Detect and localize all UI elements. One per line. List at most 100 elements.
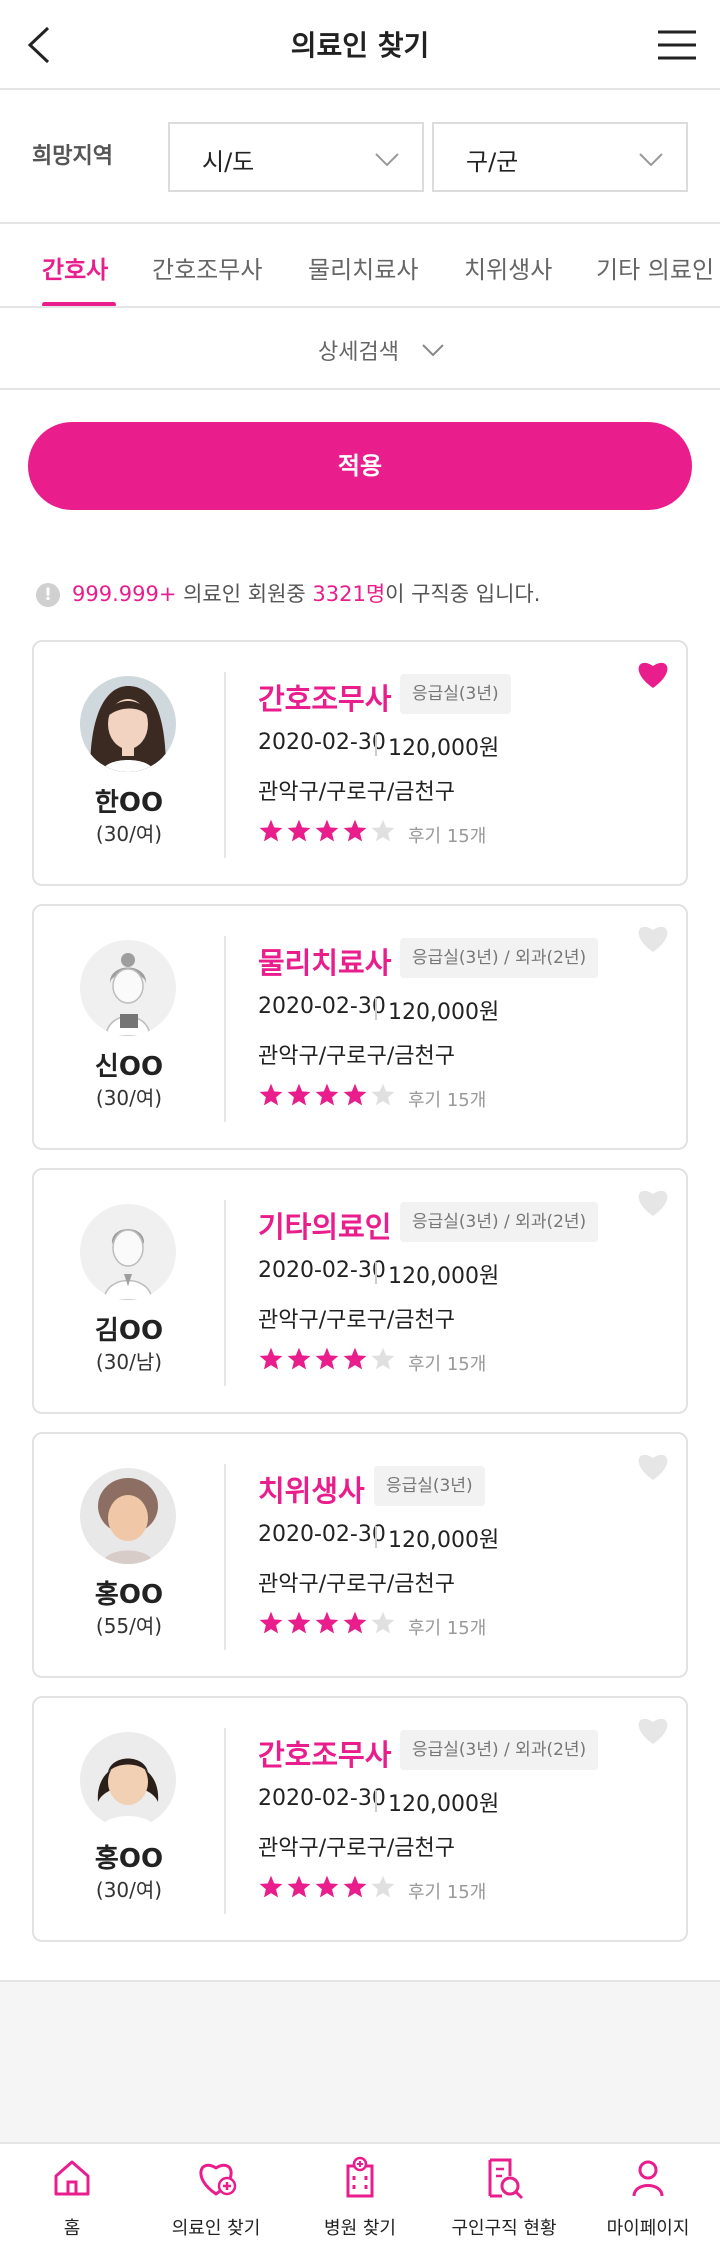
- nav-home-label: 홈: [63, 2218, 81, 2239]
- desired-salary: 120,000원: [388, 1528, 500, 1553]
- gugun-select[interactable]: 구/군: [432, 122, 688, 192]
- member-card[interactable]: 홍OO (30/여) 간호조무사 응급실(3년) / 외과(2년) 2020-0…: [32, 1696, 688, 1942]
- member-age-gender: (30/여): [95, 822, 163, 846]
- nav-job-status-label: 구인구직 현황: [451, 2218, 557, 2239]
- region-label: 희망지역: [32, 144, 113, 169]
- avatar: [80, 676, 176, 772]
- avatar: [80, 1204, 176, 1300]
- nav-home[interactable]: 홈: [0, 2144, 144, 2244]
- available-date: 2020-02-30: [258, 1258, 386, 1283]
- tab-other-medical[interactable]: 기타 의료인: [596, 250, 714, 285]
- app-header: 의료인 찾기: [0, 0, 720, 90]
- card-divider: [224, 1728, 226, 1914]
- review-count[interactable]: 후기 15개: [408, 822, 486, 848]
- star-empty-icon: [370, 1610, 396, 1636]
- tab-nurse[interactable]: 간호사: [42, 250, 108, 285]
- desired-area: 관악구/구로구/금천구: [258, 1308, 455, 1333]
- avatar: [80, 940, 176, 1036]
- hamburger-menu-icon[interactable]: [652, 20, 702, 70]
- member-age-gender: (30/여): [95, 1086, 163, 1110]
- review-count[interactable]: 후기 15개: [408, 1350, 486, 1376]
- star-filled-icon: [258, 1346, 284, 1372]
- star-filled-icon: [286, 1874, 312, 1900]
- field-separator: [375, 734, 377, 756]
- star-filled-icon: [258, 818, 284, 844]
- nav-find-hospital[interactable]: 병원 찾기: [288, 2144, 432, 2244]
- heart-plus-icon: [199, 2163, 237, 2196]
- member-age-gender: (30/여): [95, 1878, 163, 1902]
- info-text-tail: 이 구직중 입니다.: [385, 582, 541, 606]
- nav-my-page-label: 마이페이지: [606, 2218, 690, 2239]
- nav-find-medical[interactable]: 의료인 찾기: [144, 2144, 288, 2244]
- desired-salary: 120,000원: [388, 1264, 500, 1289]
- desired-salary: 120,000원: [388, 736, 500, 761]
- desired-area: 관악구/구로구/금천구: [258, 1836, 455, 1861]
- detail-search-toggle[interactable]: 상세검색: [0, 308, 720, 390]
- rating-stars: [258, 1346, 398, 1374]
- rating-stars: [258, 1874, 398, 1902]
- star-filled-icon: [286, 1082, 312, 1108]
- gugun-select-value: 구/군: [466, 148, 519, 176]
- available-date: 2020-02-30: [258, 1786, 386, 1811]
- star-filled-icon: [342, 818, 368, 844]
- heart-outline-icon[interactable]: [636, 1186, 670, 1218]
- active-tab-indicator: [42, 302, 116, 306]
- heart-outline-icon[interactable]: [636, 1450, 670, 1482]
- card-divider: [224, 936, 226, 1122]
- star-filled-icon: [286, 1610, 312, 1636]
- experience-tag: 응급실(3년) / 외과(2년): [400, 938, 599, 978]
- tab-nursing-assistant[interactable]: 간호조무사: [152, 250, 262, 285]
- member-age-gender: (30/남): [95, 1350, 163, 1374]
- member-name: 신OO: [94, 1052, 164, 1082]
- heart-filled-icon[interactable]: [636, 658, 670, 690]
- nav-find-hospital-label: 병원 찾기: [324, 2218, 396, 2239]
- desired-area: 관악구/구로구/금천구: [258, 1572, 455, 1597]
- chevron-down-icon: [422, 344, 444, 357]
- star-filled-icon: [286, 818, 312, 844]
- star-filled-icon: [258, 1610, 284, 1636]
- member-profession: 기타의료인: [258, 1210, 392, 1244]
- member-age-gender: (55/여): [95, 1614, 163, 1638]
- review-count[interactable]: 후기 15개: [408, 1614, 486, 1640]
- member-card[interactable]: 김OO (30/남) 기타의료인 응급실(3년) / 외과(2년) 2020-0…: [32, 1168, 688, 1414]
- member-card[interactable]: 홍OO (55/여) 치위생사 응급실(3년) 2020-02-30 120,0…: [32, 1432, 688, 1678]
- experience-tag: 응급실(3년): [400, 674, 511, 714]
- apply-button[interactable]: 적용: [28, 422, 692, 510]
- member-card[interactable]: 신OO (30/여) 물리치료사 응급실(3년) / 외과(2년) 2020-0…: [32, 904, 688, 1150]
- bottom-navigation: 홈 의료인 찾기 병원 찾기 구인구직 현황 마이페이지: [0, 2142, 720, 2244]
- desired-area: 관악구/구로구/금천구: [258, 780, 455, 805]
- member-card[interactable]: 한OO (30/여) 간호조무사 응급실(3년) 2020-02-30 120,…: [32, 640, 688, 886]
- list-footer-area: [0, 1980, 720, 2144]
- member-name: 김OO: [94, 1316, 164, 1346]
- profession-tabs: 간호사 간호조무사 물리치료사 치위생사 기타 의료인: [0, 224, 720, 308]
- star-empty-icon: [370, 1082, 396, 1108]
- nav-my-page[interactable]: 마이페이지: [576, 2144, 720, 2244]
- total-members: 999.999+: [72, 582, 177, 606]
- rating-stars: [258, 1082, 398, 1110]
- heart-outline-icon[interactable]: [636, 922, 670, 954]
- experience-tag: 응급실(3년): [374, 1466, 485, 1506]
- seeking-count: 3321명: [312, 582, 386, 606]
- avatar: [80, 1732, 176, 1828]
- nav-job-status[interactable]: 구인구직 현황: [432, 2144, 576, 2244]
- tab-physical-therapist[interactable]: 물리치료사: [308, 250, 418, 285]
- tab-dental-hygienist[interactable]: 치위생사: [464, 250, 552, 285]
- rating-stars: [258, 1610, 398, 1638]
- star-empty-icon: [370, 1874, 396, 1900]
- experience-tag: 응급실(3년) / 외과(2년): [400, 1202, 599, 1242]
- star-filled-icon: [314, 1082, 340, 1108]
- sido-select[interactable]: 시/도: [168, 122, 424, 192]
- star-filled-icon: [342, 1082, 368, 1108]
- desired-area: 관악구/구로구/금천구: [258, 1044, 455, 1069]
- available-date: 2020-02-30: [258, 1522, 386, 1547]
- card-divider: [224, 1464, 226, 1650]
- star-empty-icon: [370, 818, 396, 844]
- heart-outline-icon[interactable]: [636, 1714, 670, 1746]
- sido-select-value: 시/도: [202, 148, 255, 176]
- star-filled-icon: [342, 1874, 368, 1900]
- field-separator: [375, 1790, 377, 1812]
- review-count[interactable]: 후기 15개: [408, 1878, 486, 1904]
- review-count[interactable]: 후기 15개: [408, 1086, 486, 1112]
- star-empty-icon: [370, 1346, 396, 1372]
- field-separator: [375, 1262, 377, 1284]
